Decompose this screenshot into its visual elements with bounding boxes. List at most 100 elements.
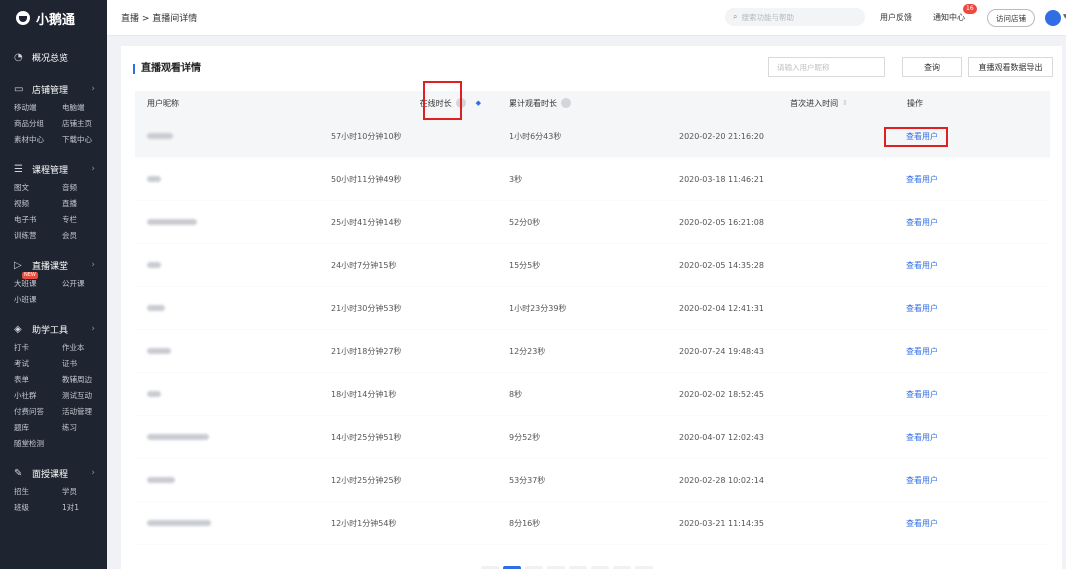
total-watch-cell: 3秒 [509, 174, 523, 184]
sidebar-item[interactable]: 教辅周边 [62, 372, 107, 388]
sidebar-item[interactable]: 素材中心 [14, 132, 62, 148]
redacted-nickname [147, 476, 175, 483]
view-user-link[interactable]: 查看用户 [906, 519, 938, 528]
help-icon[interactable] [561, 98, 571, 108]
sidebar-item[interactable]: 活动管理 [62, 404, 107, 420]
redacted-nickname [147, 519, 211, 526]
new-badge: NEW [22, 272, 38, 279]
chevron-right-icon: › [91, 84, 95, 94]
sidebar-item[interactable]: 下载中心 [62, 132, 107, 148]
sidebar-item[interactable]: 题库 [14, 420, 62, 436]
view-user-link[interactable]: 查看用户 [906, 175, 938, 184]
header-nickname: 用户昵称 [147, 98, 179, 108]
table-row: 14小时25分钟51秒 9分52秒 2020-04-07 12:02:43 查看用户 [135, 416, 1050, 459]
online-duration-cell: 12小时1分钟54秒 [331, 518, 397, 528]
sidebar-item[interactable]: 会员 [62, 228, 107, 244]
sidebar-item[interactable]: 视频 [14, 196, 62, 212]
online-duration-cell: 12小时25分钟25秒 [331, 475, 402, 485]
action-cell: 查看用户 [894, 346, 1050, 357]
user-nickname-search-input[interactable] [768, 57, 885, 77]
sidebar-group-2[interactable]: ▷ 直播课堂 › [0, 254, 107, 276]
view-user-link[interactable]: 查看用户 [906, 347, 938, 356]
export-data-button[interactable]: 直播观看数据导出 [968, 57, 1053, 77]
view-user-link[interactable]: 查看用户 [906, 433, 938, 442]
sidebar-item[interactable]: 电子书 [14, 212, 62, 228]
nickname-cell [135, 476, 319, 485]
redacted-nickname [147, 218, 197, 225]
sidebar-item[interactable]: 测试互动 [62, 388, 107, 404]
sidebar-item[interactable]: 小班课 [14, 292, 62, 308]
total-watch-cell: 1小时23分39秒 [509, 303, 567, 313]
header-online-duration[interactable]: 在线时长 ◆ [319, 91, 509, 115]
top-bar: 直播 > 直播间详情 ⌕ 搜索功能与帮助 用户反馈 通知中心 16 访问店铺 ▼ [107, 0, 1066, 36]
view-user-link[interactable]: 查看用户 [906, 261, 938, 270]
global-search-input[interactable]: ⌕ 搜索功能与帮助 [725, 8, 865, 26]
first-enter-cell: 2020-03-21 11:14:35 [679, 518, 764, 528]
sidebar-item[interactable]: 学员 [62, 484, 107, 500]
sidebar-item[interactable]: 移动端 [14, 100, 62, 116]
sidebar-item[interactable]: 证书 [62, 356, 107, 372]
action-cell: 查看用户 [894, 432, 1050, 443]
notification-link[interactable]: 通知中心 [933, 12, 965, 23]
sidebar-item[interactable]: 大班课 NEW [14, 272, 62, 292]
view-user-link[interactable]: 查看用户 [906, 304, 938, 313]
redacted-nickname [147, 175, 161, 182]
query-button[interactable]: 查询 [902, 57, 962, 77]
first-enter-cell: 2020-02-05 16:21:08 [679, 217, 764, 227]
tools-icon: ◈ [14, 323, 22, 335]
action-cell: 查看用户 [894, 475, 1050, 486]
sidebar-item[interactable]: 小社群 [14, 388, 62, 404]
sidebar-item[interactable]: 招生 [14, 484, 62, 500]
sidebar-item[interactable]: 直播 [62, 196, 107, 212]
online-duration-cell: 21小时18分钟27秒 [331, 346, 402, 356]
feedback-link[interactable]: 用户反馈 [880, 12, 912, 23]
first-enter-cell: 2020-02-28 10:02:14 [679, 475, 764, 485]
breadcrumb[interactable]: 直播 > 直播间详情 [121, 11, 197, 24]
view-user-link[interactable]: 查看用户 [906, 390, 938, 399]
table-row: 12小时1分钟54秒 8分16秒 2020-03-21 11:14:35 查看用户 [135, 502, 1050, 545]
sort-icon[interactable]: ⇕ [842, 99, 848, 107]
action-cell: 查看用户 [894, 217, 1050, 228]
sidebar-item[interactable]: 公开课 [62, 276, 107, 292]
sidebar-group-items: 打卡 作业本 考试 证书 表单 教辅周边 小社群 测试互动 付费问答 活动管理 题库 练习 随堂检测 [0, 340, 107, 452]
sidebar-item[interactable]: 打卡 [14, 340, 62, 356]
sidebar-item[interactable]: 专栏 [62, 212, 107, 228]
sidebar-item[interactable]: 作业本 [62, 340, 107, 356]
sidebar-item[interactable]: 商品分组 [14, 116, 62, 132]
view-user-link[interactable]: 查看用户 [906, 476, 938, 485]
total-watch-cell: 52分0秒 [509, 217, 541, 227]
sort-icon[interactable]: ◆ [476, 99, 481, 107]
header-total-watch-duration[interactable]: 累计观看时长 [509, 91, 679, 115]
sidebar-group-3[interactable]: ◈ 助学工具 › [0, 318, 107, 340]
sidebar-item[interactable]: 电脑端 [62, 100, 107, 116]
total-watch-cell: 8秒 [509, 389, 523, 399]
live-icon: ▷ [14, 259, 22, 271]
chevron-right-icon: › [91, 260, 95, 270]
sidebar-item[interactable]: 1对1 [62, 500, 107, 516]
table-body: 57小时10分钟10秒 1小时6分43秒 2020-02-20 21:16:20 查看… [135, 115, 1050, 545]
sidebar-item[interactable]: 练习 [62, 420, 107, 436]
sidebar-item[interactable]: 考试 [14, 356, 62, 372]
sidebar-group-1[interactable]: ☰ 课程管理 › [0, 158, 107, 180]
sidebar-item[interactable]: 训练营 [14, 228, 62, 244]
sidebar-item[interactable]: 表单 [14, 372, 62, 388]
sidebar-group-4[interactable]: ✎ 面授课程 › [0, 462, 107, 484]
sidebar-item[interactable]: 班级 [14, 500, 62, 516]
sidebar-item[interactable]: 随堂检测 [14, 436, 62, 452]
action-cell: 查看用户 [894, 260, 1050, 271]
total-watch-cell: 9分52秒 [509, 432, 541, 442]
app-logo[interactable]: 小鹅通 [0, 0, 107, 36]
first-enter-cell: 2020-02-04 12:41:31 [679, 303, 764, 313]
sidebar-item[interactable]: 图文 [14, 180, 62, 196]
sidebar-group-0[interactable]: ▭ 店铺管理 › [0, 78, 107, 100]
sidebar-item[interactable]: 音频 [62, 180, 107, 196]
first-enter-cell: 2020-07-24 19:48:43 [679, 346, 764, 356]
view-user-link[interactable]: 查看用户 [906, 218, 938, 227]
sidebar-item-overview[interactable]: ◔ 概况总览 [0, 46, 107, 68]
table-row: 50小时11分钟49秒 3秒 2020-03-18 11:46:21 查看用户 [135, 158, 1050, 201]
header-first-enter-time[interactable]: 首次进入时间 ⇕ [679, 91, 894, 115]
visit-store-button[interactable]: 访问店铺 [987, 9, 1035, 27]
sidebar-item[interactable]: 店铺主页 [62, 116, 107, 132]
sidebar-item[interactable]: 付费问答 [14, 404, 62, 420]
avatar[interactable] [1045, 10, 1061, 26]
